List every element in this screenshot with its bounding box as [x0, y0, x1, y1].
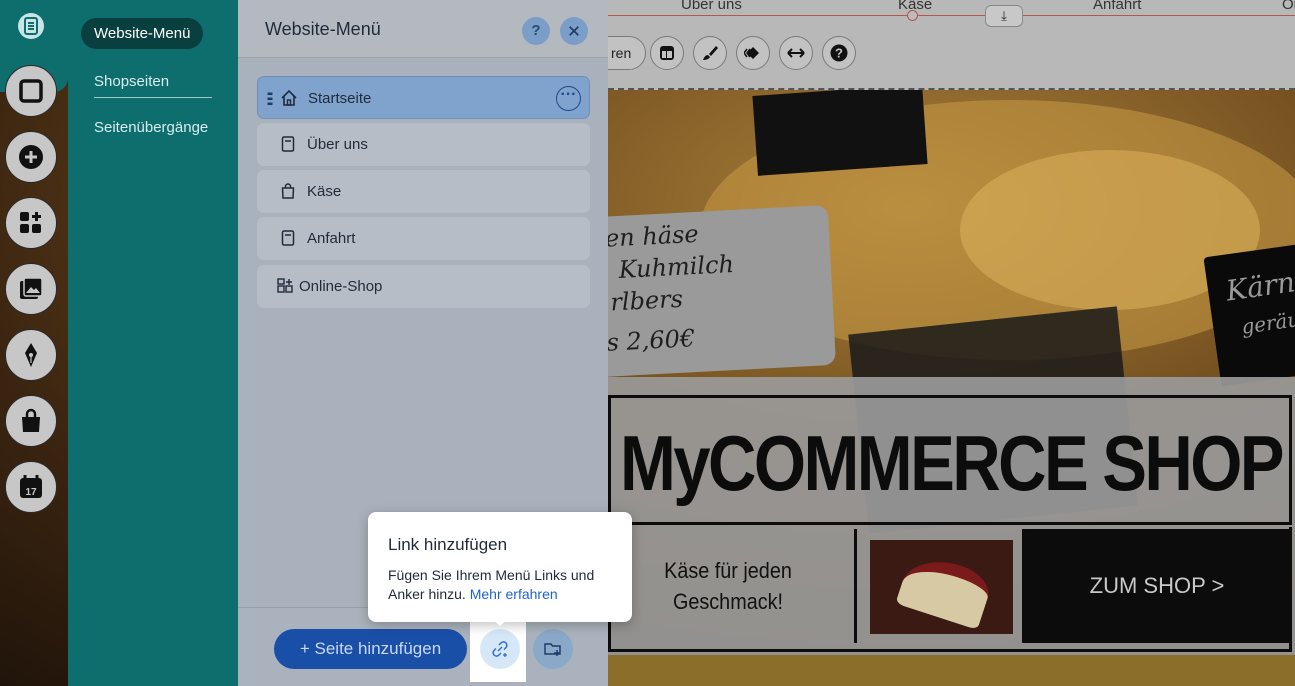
add-link-button[interactable] [480, 629, 520, 669]
site-nav-link[interactable]: Anfahrt [1093, 0, 1141, 13]
shop-title: MyCOMMERCE SHOP [620, 419, 1285, 507]
page-row-label: Online-Shop [299, 278, 383, 295]
add-element-icon[interactable] [5, 131, 57, 183]
add-link-tooltip: Link hinzufügen Fügen Sie Ihrem Menü Lin… [368, 512, 632, 622]
page-row-label: Über uns [307, 136, 368, 153]
pages-menu-icon[interactable] [3, 0, 59, 52]
tooltip-title: Link hinzufügen [388, 535, 508, 554]
panel-header: Website-Menü ? [238, 0, 608, 58]
nav-divider [94, 97, 212, 98]
close-button[interactable] [560, 17, 588, 45]
home-icon [281, 89, 297, 106]
more-options-button[interactable]: ··· [556, 86, 581, 111]
folder-plus-icon [544, 643, 561, 656]
panel-title: Website-Menü [265, 19, 381, 39]
svg-text:?: ? [835, 46, 843, 61]
add-apps-icon[interactable] [5, 197, 57, 249]
nav-item-shop-pages[interactable]: Shopseiten [81, 66, 182, 97]
nav-item-website-menu[interactable]: Website-Menü [81, 18, 204, 49]
shop-divider [854, 529, 857, 643]
shop-grid-icon [277, 278, 293, 293]
price-card-line: s 2,60€ [605, 324, 696, 357]
page-row-online-shop[interactable]: Online-Shop [257, 265, 590, 308]
brush-icon[interactable] [693, 36, 727, 70]
add-page-button[interactable]: + Seite hinzufügen [274, 629, 467, 669]
pen-icon[interactable] [5, 329, 57, 381]
drag-handle-icon[interactable]: ▪▪ ▪▪ ▪▪ [267, 90, 273, 110]
stretch-icon[interactable] [779, 36, 813, 70]
media-icon[interactable] [5, 263, 57, 315]
price-card-line: en häse [604, 219, 700, 253]
tooltip-text: Fügen Sie Ihrem Menü Links und Anker hin… [388, 566, 620, 604]
bookings-calendar-icon[interactable]: 17 [5, 461, 57, 513]
add-folder-button[interactable] [533, 629, 573, 669]
shop-cta-button[interactable]: ZUM SHOP > [1022, 529, 1292, 643]
chalkboard-top [752, 84, 928, 176]
shopping-bag-icon [281, 183, 295, 199]
learn-more-link[interactable]: Mehr erfahren [470, 586, 558, 602]
menu-nav-column: Website-Menü Shopseiten Seitenübergänge [68, 0, 238, 686]
download-arrow-icon[interactable]: ⤓ [985, 5, 1023, 27]
nav-item-page-transitions[interactable]: Seitenübergänge [81, 112, 221, 143]
site-nav-link[interactable]: On [1282, 0, 1295, 13]
page-row-kaese[interactable]: Käse [257, 170, 590, 213]
chalkboard-line: geräu [1239, 306, 1295, 339]
page-row-startseite[interactable]: ▪▪ ▪▪ ▪▪ Startseite ··· [257, 76, 590, 119]
help-icon[interactable]: ? [822, 36, 856, 70]
price-card-line: rlbers [609, 284, 684, 317]
help-button[interactable]: ? [522, 17, 550, 45]
layout-icon[interactable] [650, 36, 684, 70]
page-icon [281, 230, 295, 246]
animation-icon[interactable] [736, 36, 770, 70]
frame-icon[interactable] [5, 65, 57, 117]
page-row-label: Startseite [308, 90, 372, 107]
price-card-line: Kuhmilch [618, 249, 735, 284]
left-toolbar: 17 [0, 0, 68, 686]
menu-handle[interactable] [907, 10, 918, 21]
chalkboard-right: Kärn geräu [1203, 243, 1295, 387]
page-row-label: Anfahrt [307, 230, 356, 247]
close-icon [569, 26, 579, 36]
footer-image-strip [608, 655, 1295, 686]
site-nav-link[interactable]: Über uns [681, 0, 742, 13]
chalkboard-line: Kärn [1224, 265, 1295, 308]
svg-text:17: 17 [25, 487, 37, 498]
page-icon [281, 136, 295, 152]
shop-tagline: Käse für jeden Geschmack! [664, 558, 792, 614]
store-bag-icon[interactable] [5, 395, 57, 447]
menu-underline [608, 15, 1295, 16]
page-row-anfahrt[interactable]: Anfahrt [257, 217, 590, 260]
page-row-label: Käse [307, 183, 342, 200]
page-row-ueber-uns[interactable]: Über uns [257, 123, 590, 166]
link-icon [492, 641, 508, 657]
tooltip-arrow [489, 616, 511, 626]
